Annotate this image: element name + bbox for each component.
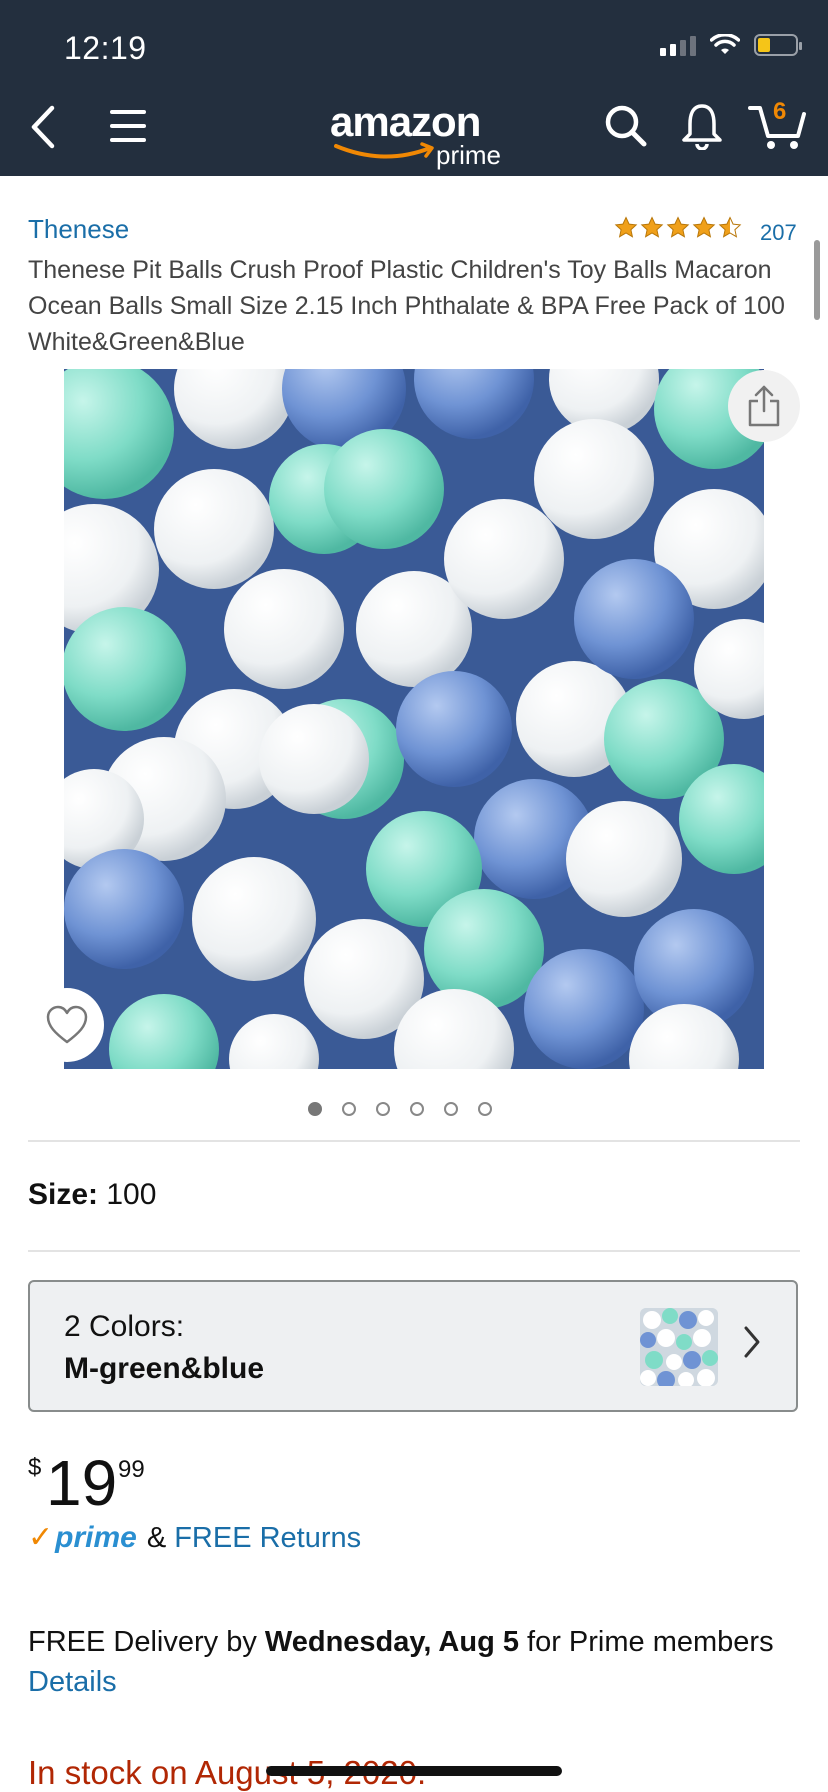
delivery-date: Wednesday, Aug 5 [264, 1626, 519, 1658]
status-time: 12:19 [64, 30, 147, 66]
carousel-dot[interactable] [410, 1102, 424, 1116]
wifi-icon [710, 34, 740, 54]
delivery-suffix: for Prime members [518, 1626, 774, 1658]
details-link[interactable]: Details [28, 1666, 117, 1698]
divider [28, 1140, 800, 1142]
status-icons [660, 34, 802, 56]
home-indicator[interactable] [266, 1766, 562, 1776]
color-value: M-green&blue [64, 1352, 265, 1385]
price-currency: $ [28, 1454, 42, 1481]
divider [28, 1250, 800, 1252]
star-full-icon [614, 216, 638, 238]
size-label: Size: [28, 1178, 99, 1211]
image-carousel-dots[interactable] [308, 1102, 492, 1116]
carousel-dot[interactable] [444, 1102, 458, 1116]
ampersand: & [146, 1522, 167, 1554]
size-row: Size: 100 [28, 1178, 156, 1212]
carousel-dot[interactable] [478, 1102, 492, 1116]
share-button[interactable] [728, 370, 800, 442]
prime-check-icon: ✓ [28, 1521, 54, 1554]
chevron-right-icon [744, 1326, 760, 1358]
share-icon [748, 385, 780, 427]
star-full-icon [640, 216, 664, 238]
size-value: 100 [106, 1178, 157, 1211]
free-returns-link[interactable]: FREE Returns [174, 1522, 361, 1555]
star-half-icon [718, 216, 742, 238]
hamburger-menu-icon[interactable] [108, 106, 148, 146]
price-whole: 19 [46, 1447, 118, 1519]
prime-badge: prime [55, 1521, 137, 1554]
smile-arrow-icon [334, 142, 434, 159]
brand-link[interactable]: Thenese [28, 214, 129, 245]
color-selector[interactable]: 2 Colors: M-green&blue [28, 1280, 798, 1412]
star-full-icon [692, 216, 716, 238]
rating-count[interactable]: 207 [760, 220, 797, 246]
star-full-icon [666, 216, 690, 238]
color-label: 2 Colors: [64, 1310, 185, 1343]
carousel-dot[interactable] [376, 1102, 390, 1116]
price-fraction: 99 [118, 1456, 145, 1483]
heart-icon [46, 1005, 88, 1044]
product-title: Thenese Pit Balls Crush Proof Plastic Ch… [28, 256, 785, 356]
product-image[interactable] [64, 369, 764, 1069]
color-thumbnail [640, 1308, 718, 1386]
cart-count-badge: 6 [773, 98, 787, 125]
amazon-prime-logo[interactable]: amazon prime [326, 98, 516, 170]
battery-icon [754, 34, 802, 56]
prime-row: ✓ prime & FREE Returns [28, 1520, 361, 1555]
scrollbar[interactable] [814, 240, 820, 320]
top-bar: 12:19 amazon prime 6 [0, 0, 828, 176]
ball-pit-image [64, 369, 764, 1069]
delivery-prefix: FREE Delivery by [28, 1626, 265, 1658]
cellular-signal-icon [660, 34, 696, 56]
wishlist-button[interactable] [30, 988, 104, 1062]
rating-stars[interactable] [614, 216, 742, 240]
bell-icon[interactable] [680, 102, 724, 150]
back-arrow-icon[interactable] [28, 102, 58, 152]
search-icon[interactable] [604, 104, 648, 148]
delivery-info: FREE Delivery by Wednesday, Aug 5 for Pr… [28, 1622, 808, 1702]
carousel-dot[interactable] [342, 1102, 356, 1116]
carousel-dot[interactable] [308, 1102, 322, 1116]
